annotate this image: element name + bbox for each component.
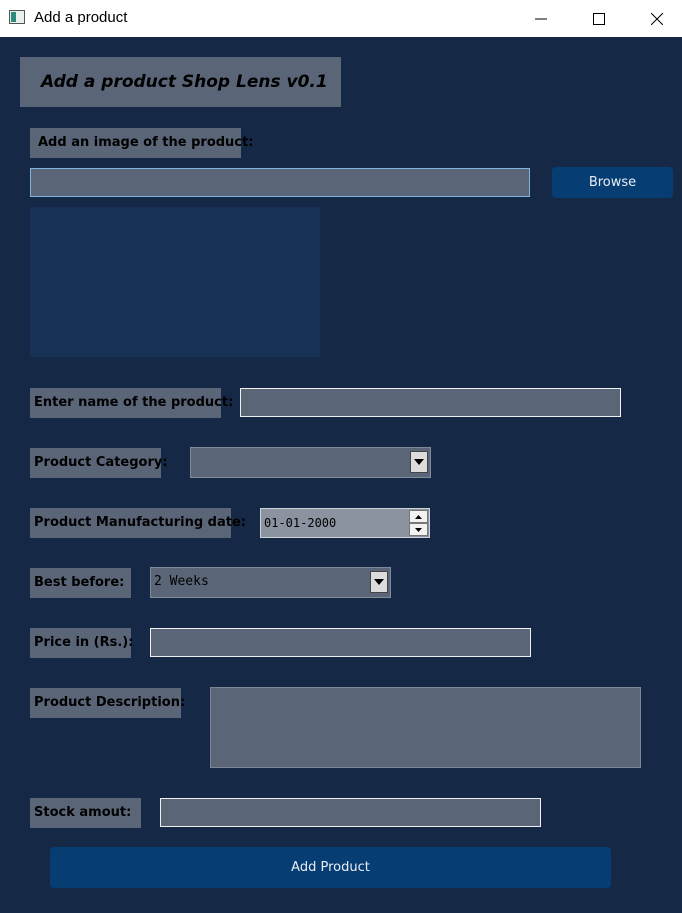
page-header: Add a product Shop Lens v0.1: [20, 57, 341, 107]
image-path-input[interactable]: [30, 168, 530, 197]
best-before-select[interactable]: 2 Weeks: [150, 567, 391, 598]
image-label: Add an image of the product:: [30, 128, 253, 158]
chevron-up-icon: [415, 514, 422, 519]
description-label: Product Description:: [30, 688, 185, 718]
close-button[interactable]: [634, 0, 680, 37]
window-title: Add a product: [34, 9, 128, 26]
app-icon: [9, 10, 25, 24]
maximize-button[interactable]: [576, 0, 622, 37]
minimize-button[interactable]: [518, 0, 564, 37]
manufacturing-date-value: 01-01-2000: [264, 516, 337, 530]
name-label: Enter name of the product:: [30, 388, 233, 418]
best-before-label: Best before:: [30, 568, 131, 598]
add-product-button[interactable]: Add Product: [50, 847, 611, 888]
best-before-value: 2 Weeks: [154, 574, 209, 589]
stock-label: Stock amout:: [30, 798, 141, 828]
minimize-icon: [535, 18, 547, 19]
window-titlebar: Add a product: [0, 0, 682, 37]
browse-button[interactable]: Browse: [552, 167, 673, 198]
product-name-input[interactable]: [240, 388, 621, 417]
manufacturing-label: Product Manufacturing date:: [30, 508, 246, 538]
chevron-down-icon: [370, 571, 388, 593]
date-decrement-button[interactable]: [409, 523, 428, 536]
price-input[interactable]: [150, 628, 531, 657]
image-preview: [30, 207, 320, 357]
date-increment-button[interactable]: [409, 510, 428, 523]
close-icon: [651, 12, 663, 25]
category-label: Product Category:: [30, 448, 168, 478]
maximize-icon: [593, 12, 605, 25]
price-label: Price in (Rs.):: [30, 628, 133, 658]
manufacturing-date-input[interactable]: 01-01-2000: [260, 508, 430, 538]
description-textarea[interactable]: [210, 687, 641, 768]
category-select[interactable]: [190, 447, 431, 478]
chevron-down-icon: [415, 527, 422, 532]
chevron-down-icon: [410, 451, 428, 473]
page-title: Add a product Shop Lens v0.1: [41, 72, 328, 92]
stock-input[interactable]: [160, 798, 541, 827]
